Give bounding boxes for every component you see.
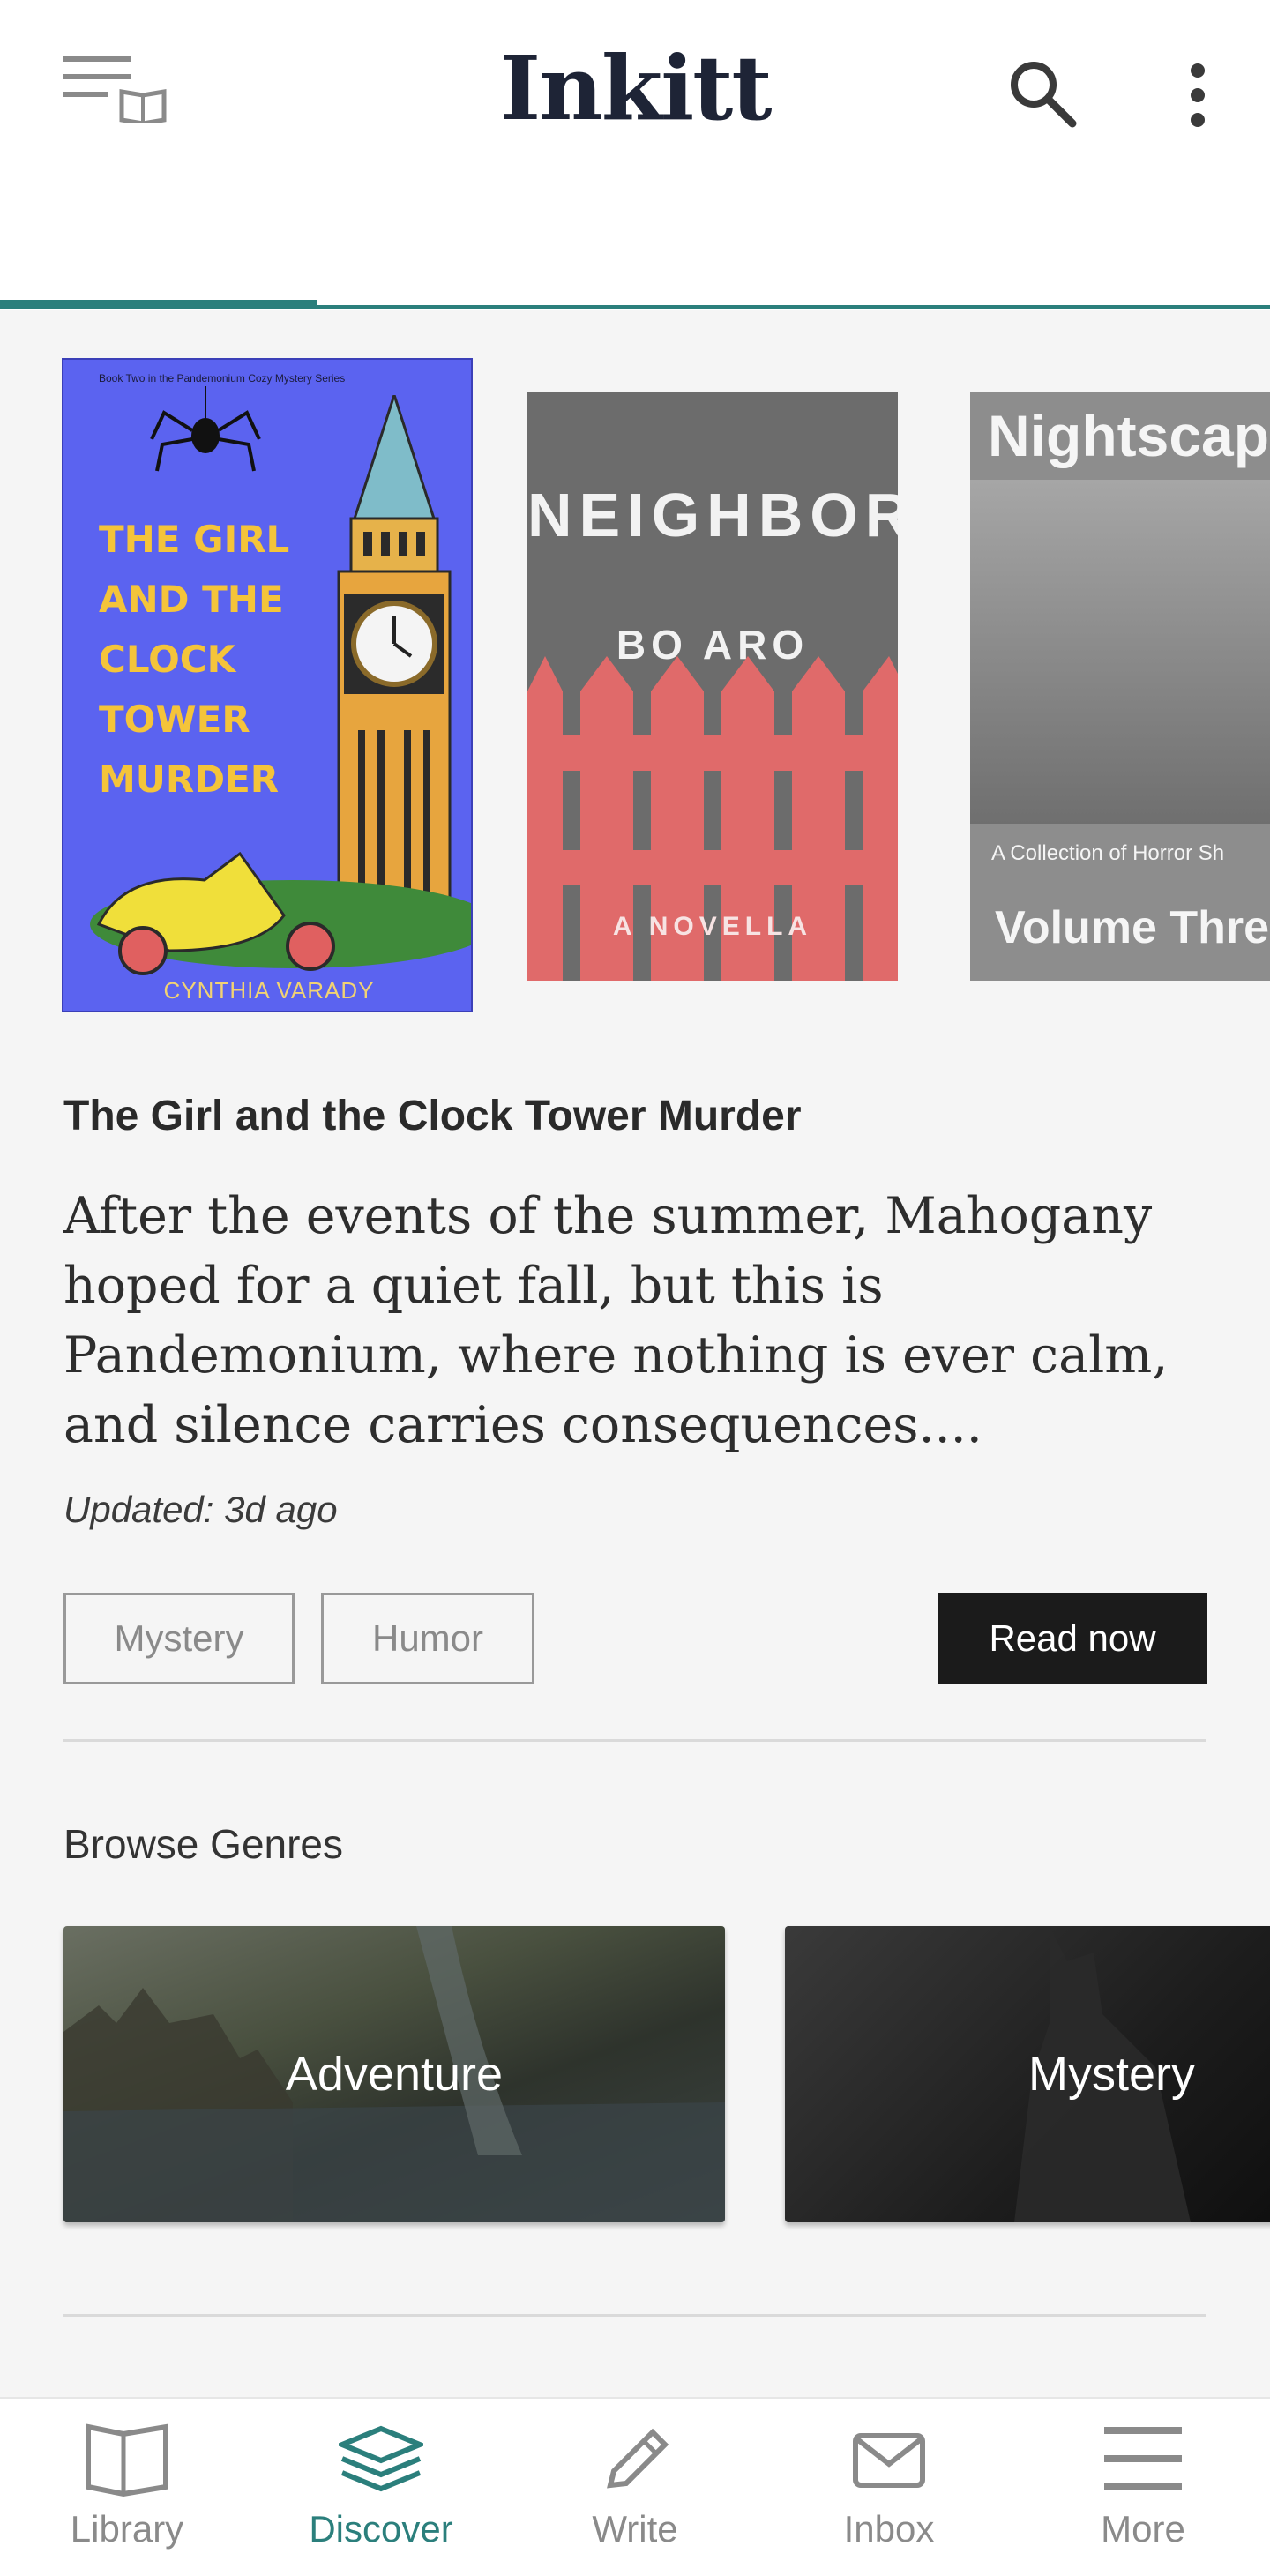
tag-humor[interactable]: Humor xyxy=(321,1593,534,1684)
cover-title-line: TOWER xyxy=(99,698,250,741)
more-vertical-icon[interactable] xyxy=(1178,62,1217,129)
cover-volume: Volume Thre xyxy=(995,902,1270,953)
pencil-icon xyxy=(607,2428,669,2489)
book-cover[interactable]: Nightscap A Collection of Horror Sh Volu… xyxy=(970,392,1270,981)
cover-title-line: MURDER xyxy=(99,758,280,801)
updated-timestamp: Updated: 3d ago xyxy=(64,1489,338,1530)
book-title[interactable]: The Girl and the Clock Tower Murder xyxy=(64,1092,802,1140)
nav-item-discover[interactable]: Discover xyxy=(254,2399,508,2576)
nav-label: Inbox xyxy=(843,2508,935,2550)
divider xyxy=(64,1739,1206,1742)
genre-label: Adventure xyxy=(285,2048,504,2101)
genre-card-mystery[interactable]: Mystery xyxy=(785,1926,1270,2222)
book-cover[interactable]: NEIGHBOR BO ARO A NOVELLA xyxy=(527,392,898,981)
nav-item-library[interactable]: Library xyxy=(0,2399,254,2576)
genre-background-image xyxy=(1014,1926,1191,2222)
nav-label: Library xyxy=(70,2508,184,2550)
menu-list-book-icon[interactable] xyxy=(64,53,169,123)
cover-title-line: CLOCK xyxy=(99,638,236,681)
cover-title: THE GIRL AND THE CLOCK TOWER MURDER xyxy=(99,510,328,810)
cover-title: NEIGHBOR xyxy=(527,481,898,549)
book-description: After the events of the summer, Mahogany… xyxy=(64,1187,1169,1454)
divider xyxy=(64,2314,1206,2317)
cover-title-line: THE GIRL xyxy=(99,518,290,561)
envelope-icon xyxy=(853,2433,925,2488)
genre-card-adventure[interactable]: Adventure xyxy=(64,1926,725,2222)
section-title-browse-genres: Browse Genres xyxy=(64,1821,344,1867)
tag-mystery[interactable]: Mystery xyxy=(64,1593,295,1684)
spider-icon xyxy=(150,386,261,472)
book-cover-selected[interactable]: Book Two in the Pandemonium Cozy Mystery… xyxy=(62,358,473,1012)
stack-icon xyxy=(339,2425,423,2492)
scooter-illustration xyxy=(90,851,471,975)
nav-label: More xyxy=(1101,2508,1185,2550)
read-now-button[interactable]: Read now xyxy=(938,1593,1207,1684)
featured-carousel[interactable]: Book Two in the Pandemonium Cozy Mystery… xyxy=(0,310,1270,1034)
top-app-bar: Inkitt xyxy=(0,0,1270,310)
bottom-navigation: Library Discover Write Inbox More xyxy=(0,2397,1270,2576)
app-logo: Inkitt xyxy=(499,36,772,140)
cover-subtitle: A Collection of Horror Sh xyxy=(991,841,1225,865)
cover-footer: A NOVELLA xyxy=(612,912,813,941)
cover-series-line: Book Two in the Pandemonium Cozy Mystery… xyxy=(99,372,346,385)
hamburger-icon xyxy=(1104,2427,1182,2490)
cover-author: CYNTHIA VARADY xyxy=(163,977,375,1004)
cover-title-line: AND THE xyxy=(99,578,284,621)
book-icon xyxy=(86,2423,168,2498)
nav-label: Write xyxy=(592,2508,678,2550)
genre-label: Mystery xyxy=(1028,2048,1195,2101)
nav-label: Discover xyxy=(309,2508,453,2550)
cover-photo xyxy=(970,480,1270,824)
nav-item-inbox[interactable]: Inbox xyxy=(762,2399,1016,2576)
search-icon[interactable] xyxy=(1007,58,1078,129)
nav-item-more[interactable]: More xyxy=(1016,2399,1270,2576)
cover-title: Nightscap xyxy=(988,403,1270,468)
tab-active-indicator[interactable] xyxy=(0,300,318,309)
nav-item-write[interactable]: Write xyxy=(508,2399,762,2576)
